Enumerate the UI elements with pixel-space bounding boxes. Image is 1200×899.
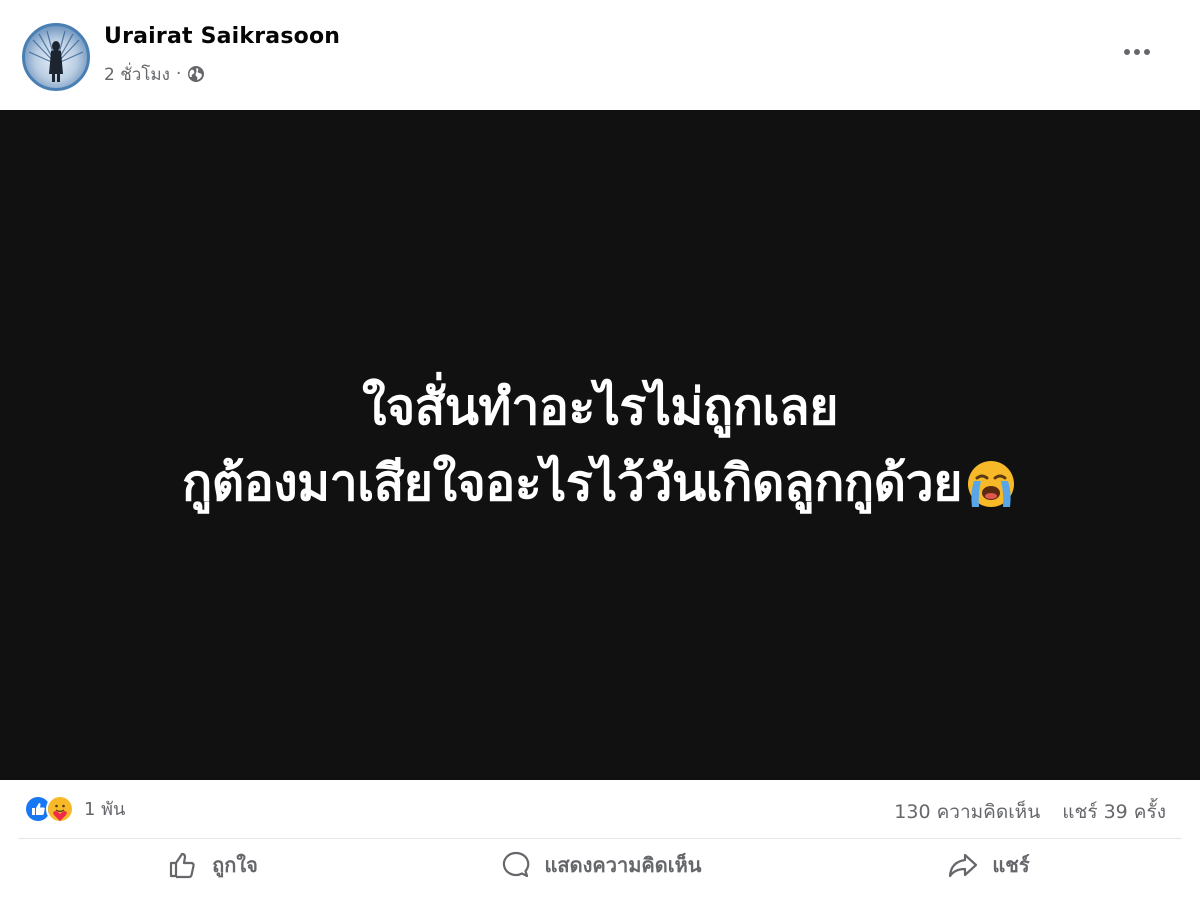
- divider: [18, 838, 1182, 839]
- post-meta: 2 ชั่วโมง ·: [104, 62, 205, 86]
- share-arrow-icon: [949, 853, 978, 878]
- post-image[interactable]: ใจสั่นทำอะไรไม่ถูกเลย กูต้องมาเสียใจอะไร…: [0, 110, 1200, 780]
- post-header: Urairat Saikrasoon 2 ชั่วโมง ·: [0, 0, 1200, 110]
- comment-label: แสดงความคิดเห็น: [544, 853, 702, 877]
- avatar[interactable]: [22, 23, 90, 91]
- avatar-image: [28, 30, 84, 82]
- post-time[interactable]: 2 ชั่วโมง: [104, 61, 170, 88]
- image-text-line-1: ใจสั่นทำอะไรไม่ถูกเลย: [361, 378, 839, 436]
- share-count[interactable]: แชร์ 39 ครั้ง: [1062, 797, 1166, 827]
- meta-separator: ·: [175, 64, 182, 84]
- engagement-counts: 130 ความคิดเห็น แชร์ 39 ครั้ง: [894, 797, 1166, 827]
- like-label: ถูกใจ: [212, 853, 258, 877]
- loudly-crying-face-icon: [964, 456, 1018, 510]
- post-stats: 1 พัน 130 ความคิดเห็น แชร์ 39 ครั้ง: [0, 780, 1200, 838]
- comment-button[interactable]: แสดงความคิดเห็น: [406, 842, 794, 888]
- image-text-line-2: กูต้องมาเสียใจอะไรไว้วันเกิดลูกกูด้วย: [181, 454, 963, 512]
- share-button[interactable]: แชร์: [794, 842, 1182, 888]
- more-options-button[interactable]: [1110, 30, 1164, 74]
- share-label: แชร์: [992, 853, 1030, 877]
- like-button[interactable]: ถูกใจ: [18, 842, 406, 888]
- thumbs-up-icon: [170, 852, 195, 879]
- reaction-count: 1 พัน: [84, 799, 126, 820]
- comment-count[interactable]: 130 ความคิดเห็น: [894, 797, 1040, 827]
- facebook-post: Urairat Saikrasoon 2 ชั่วโมง · ใจสั่นทำอ…: [0, 0, 1200, 899]
- globe-icon[interactable]: [187, 65, 205, 83]
- author-name[interactable]: Urairat Saikrasoon: [104, 24, 340, 49]
- care-icon: [46, 794, 74, 823]
- image-text-line-2-row: กูต้องมาเสียใจอะไรไว้วันเกิดลูกกูด้วย: [182, 445, 1018, 521]
- comment-bubble-icon: [502, 851, 529, 878]
- more-horizontal-icon: [1124, 49, 1150, 55]
- reaction-summary[interactable]: 1 พัน: [24, 794, 125, 823]
- post-actions: ถูกใจ แสดงความคิดเห็น แชร์: [18, 842, 1182, 888]
